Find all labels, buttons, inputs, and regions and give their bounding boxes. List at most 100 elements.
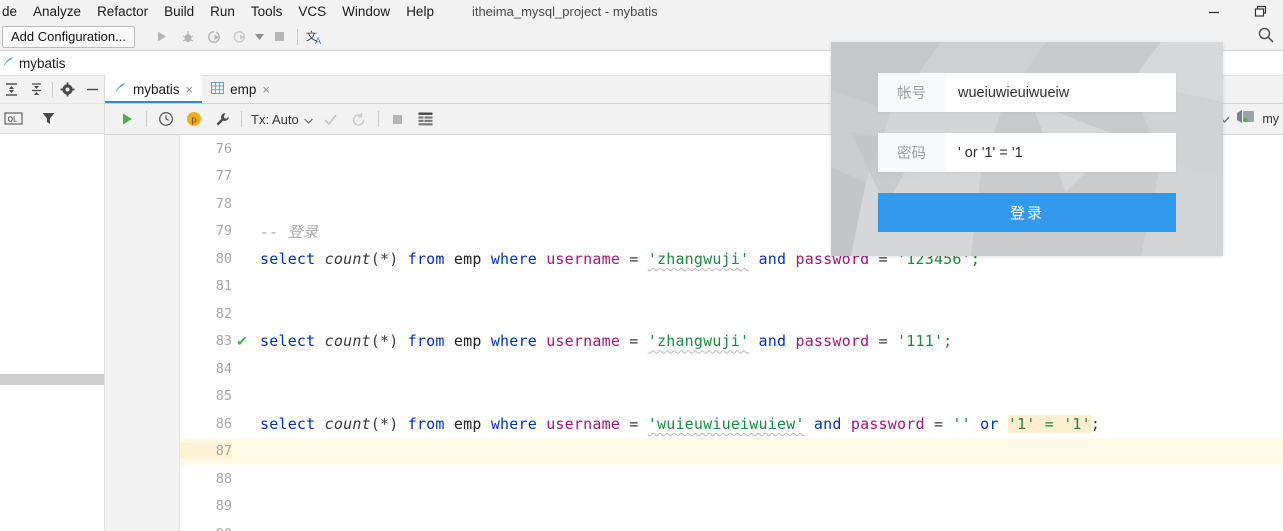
- login-dialog-overlay[interactable]: 帐号 wueiuwieuiwueiw 密码 ' or '1' = '1 登录: [831, 42, 1223, 256]
- code-token: =: [629, 414, 648, 433]
- code-token: count: [324, 332, 371, 351]
- editor-line[interactable]: 87: [180, 437, 1283, 465]
- editor-line[interactable]: 90: [180, 520, 1283, 531]
- editor-line[interactable]: 89: [180, 493, 1283, 521]
- password-field-row[interactable]: 密码 ' or '1' = '1: [878, 133, 1176, 172]
- wrench-icon[interactable]: [208, 105, 236, 133]
- database-tree[interactable]: [0, 134, 104, 374]
- menu-item-build[interactable]: Build: [156, 0, 202, 23]
- sql-console-icon[interactable]: QL: [2, 107, 26, 131]
- code-token: select: [260, 249, 325, 268]
- commit-check-icon[interactable]: [317, 105, 345, 133]
- code-token: where: [490, 414, 547, 433]
- stop-icon[interactable]: [267, 24, 293, 50]
- panel-splitter[interactable]: [0, 374, 104, 385]
- code-token: and: [758, 249, 796, 268]
- code-token: (*): [370, 414, 408, 433]
- editor-gutter[interactable]: [105, 135, 180, 531]
- close-icon[interactable]: ×: [262, 83, 270, 96]
- collapse-all-icon[interactable]: [25, 78, 48, 102]
- menu-item-analyze[interactable]: Analyze: [25, 0, 89, 23]
- filter-icon[interactable]: [36, 107, 60, 131]
- code-token: and: [813, 414, 851, 433]
- account-field-row[interactable]: 帐号 wueiuwieuiwueiw: [878, 73, 1176, 112]
- breadcrumb-label[interactable]: mybatis: [19, 56, 66, 71]
- run-coverage-icon[interactable]: [201, 24, 227, 50]
- grid-icon[interactable]: [412, 105, 440, 133]
- database-detail-pane[interactable]: [0, 385, 104, 531]
- rollback-icon[interactable]: [345, 105, 373, 133]
- menu-item-window[interactable]: Window: [334, 0, 398, 23]
- profile-icon[interactable]: [227, 24, 253, 50]
- menu-item-code[interactable]: de: [0, 0, 25, 23]
- line-number: 89: [215, 498, 232, 515]
- gutter-run-check-icon[interactable]: ✔: [236, 333, 248, 350]
- tab-mybatis[interactable]: mybatis ×: [105, 75, 203, 103]
- settings-gear-icon[interactable]: [56, 78, 79, 102]
- menu-item-help[interactable]: Help: [398, 0, 442, 23]
- account-input[interactable]: wueiuwieuiwueiw: [945, 73, 1176, 112]
- code-token: (*): [370, 332, 408, 351]
- editor-toolbar-right: my: [1219, 109, 1283, 129]
- add-configuration-button[interactable]: Add Configuration...: [2, 25, 135, 48]
- restore-button[interactable]: [1237, 0, 1283, 23]
- code-token: where: [490, 249, 547, 268]
- editor-line[interactable]: 84: [180, 355, 1283, 383]
- editor-line[interactable]: 83 ✔ select count(*) from emp where userna…: [180, 328, 1283, 356]
- login-submit-button[interactable]: 登录: [878, 193, 1176, 232]
- svg-text:p: p: [191, 116, 197, 126]
- code-token: '111';: [897, 332, 953, 351]
- database-panel-toolbar: [0, 76, 104, 104]
- run-green-icon[interactable]: [113, 105, 141, 133]
- database-panel: QL: [0, 76, 105, 531]
- toolbar-divider: [241, 111, 242, 127]
- datasource-chip-icon[interactable]: [1236, 109, 1256, 129]
- search-icon[interactable]: [1257, 26, 1275, 49]
- code-token: from: [407, 249, 454, 268]
- menu-item-refactor[interactable]: Refactor: [89, 0, 156, 23]
- project-title: itheima_mysql_project - mybatis: [471, 4, 658, 19]
- editor-line[interactable]: 81: [180, 273, 1283, 301]
- editor-line[interactable]: 85: [180, 383, 1283, 411]
- editor-line[interactable]: 88: [180, 465, 1283, 493]
- line-number: 82: [215, 305, 232, 322]
- close-icon[interactable]: ×: [186, 83, 194, 96]
- code-token: -- 登录: [260, 222, 319, 241]
- code-token: select: [260, 332, 325, 351]
- toolbar-divider: [377, 111, 379, 127]
- menu-item-tools[interactable]: Tools: [243, 0, 291, 23]
- minimize-button[interactable]: [1191, 0, 1237, 23]
- stop-icon[interactable]: [384, 105, 412, 133]
- dropdown-icon[interactable]: [253, 24, 267, 50]
- menu-item-vcs[interactable]: VCS: [290, 0, 334, 23]
- hide-panel-icon[interactable]: [81, 78, 104, 102]
- editor-line[interactable]: 86 select count(*) from emp where usernam…: [180, 410, 1283, 438]
- datasource-icon: [2, 55, 15, 71]
- transaction-mode-dropdown[interactable]: Tx: Auto: [247, 112, 317, 127]
- password-input[interactable]: ' or '1' = '1: [945, 133, 1176, 172]
- parameters-badge-icon[interactable]: p: [180, 105, 208, 133]
- menu-bar: de Analyze Refactor Build Run Tools VCS …: [0, 0, 1283, 23]
- line-number: 79: [215, 223, 232, 240]
- debug-icon[interactable]: [175, 24, 201, 50]
- code-token: 'zhangwuji': [647, 332, 750, 351]
- run-icon[interactable]: [149, 24, 175, 50]
- line-number: 80: [215, 250, 232, 267]
- tab-emp[interactable]: emp ×: [202, 75, 279, 103]
- code-text: select count(*) from emp where username …: [260, 332, 952, 350]
- add-configuration-label: Add Configuration...: [11, 29, 126, 44]
- code-token: select: [260, 414, 325, 433]
- history-clock-icon[interactable]: [152, 105, 180, 133]
- translate-icon[interactable]: 文 A: [302, 24, 328, 50]
- svg-text:A: A: [315, 37, 322, 45]
- expand-all-icon[interactable]: [0, 78, 23, 102]
- code-token: from: [407, 414, 454, 433]
- menu-item-run[interactable]: Run: [202, 0, 243, 23]
- line-number: 86: [215, 415, 232, 432]
- toolbar-divider: [146, 111, 147, 127]
- line-number: 77: [215, 168, 232, 185]
- ide-window: de Analyze Refactor Build Run Tools VCS …: [0, 0, 1283, 531]
- line-number: 84: [215, 360, 232, 377]
- editor-line[interactable]: 82: [180, 300, 1283, 328]
